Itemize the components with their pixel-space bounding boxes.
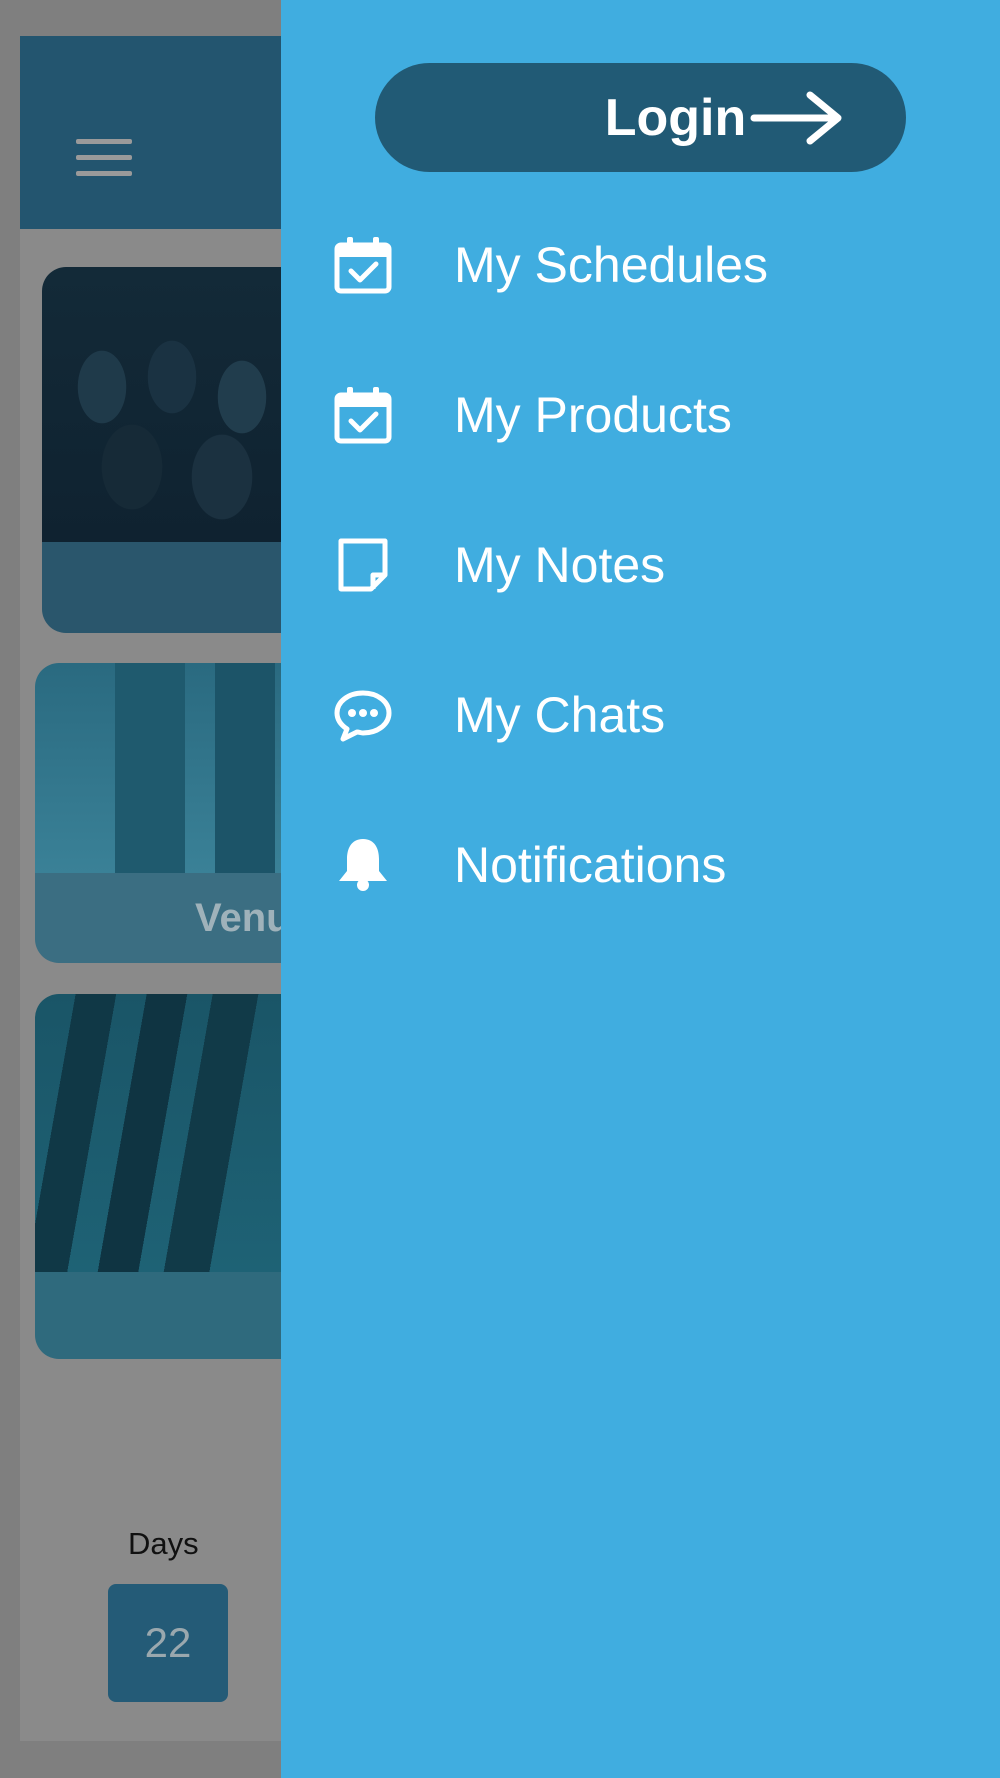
menu-item-my-products[interactable]: My Products: [281, 355, 1000, 475]
app-header: [20, 36, 320, 229]
menu-item-label: My Notes: [454, 537, 666, 593]
calendar-check-icon: [334, 387, 392, 444]
countdown-days-value: 22: [108, 1584, 228, 1702]
menu-item-label: My Products: [454, 387, 732, 443]
menu-item-my-schedules[interactable]: My Schedules: [281, 205, 1000, 325]
countdown-days-label: Days: [128, 1526, 199, 1561]
hamburger-menu-icon[interactable]: [76, 139, 132, 177]
menu-item-notifications[interactable]: Notifications: [281, 805, 1000, 925]
chat-bubble-icon: [334, 690, 392, 742]
menu-item-label: Notifications: [454, 837, 727, 893]
login-button[interactable]: Login: [375, 63, 906, 172]
card-caption: Venu: [195, 896, 291, 940]
calendar-check-icon: [334, 237, 392, 294]
note-icon: [338, 538, 388, 592]
app-root: Venu Days 22 Login My Schedules My Produ…: [0, 0, 1000, 1778]
menu-item-label: My Schedules: [454, 237, 769, 293]
menu-item-label: My Chats: [454, 687, 666, 743]
menu-item-my-notes[interactable]: My Notes: [281, 505, 1000, 625]
bell-icon: [339, 839, 387, 891]
menu-item-my-chats[interactable]: My Chats: [281, 655, 1000, 775]
login-label: Login: [604, 88, 747, 147]
arrow-right-icon: [750, 91, 842, 145]
